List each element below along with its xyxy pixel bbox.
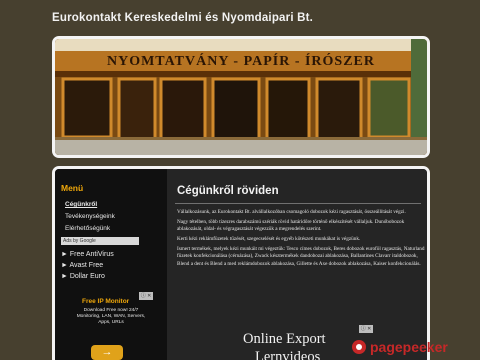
nav-item-tevekenysegeink[interactable]: Tevékenységeink: [65, 213, 115, 220]
title-divider: [175, 203, 421, 204]
header-banner-photo: NYOMTATVÁNY - PAPÍR - ÍRÓSZER: [52, 36, 430, 158]
paragraph-1: Vállalkozásunk, az Eurokontakt Bt. alvál…: [177, 209, 406, 215]
menu-title: Menü: [61, 183, 84, 193]
watermark-text: pagepeeker: [370, 339, 448, 355]
content-area: Cégünkről röviden Vállalkozásunk, az Eur…: [167, 169, 427, 360]
ip-monitor-ad-title[interactable]: Free IP Monitor: [82, 298, 129, 305]
paragraph-4: Ismert termékek, melyek kézi munkáit mi …: [177, 246, 425, 267]
ad-choices-icon[interactable]: ⓘ ✕: [139, 292, 153, 300]
page-title: Cégünkről röviden: [177, 185, 279, 197]
nav-item-cegunkrol[interactable]: Cégünkről: [65, 201, 97, 208]
ip-monitor-ad-text: Download Free now! 24/7 Monitoring, LAN,…: [76, 308, 146, 325]
paragraph-2: Nagy tételben, több tízezres darabszámú …: [177, 219, 405, 233]
ip-monitor-ad[interactable]: Free IP Monitor ⓘ ✕ Download Free now! 2…: [75, 292, 153, 338]
export-ad-line-2[interactable]: Lernvideos: [255, 349, 320, 360]
export-ad-line-1[interactable]: Online Export: [243, 331, 326, 348]
pagepeeker-watermark: pagepeeker: [350, 338, 476, 356]
content-text: Vállalkozásunk, az Eurokontakt Bt. alvál…: [177, 209, 427, 271]
ad-choices-icon[interactable]: ⓘ ✕: [359, 325, 373, 333]
arrow-right-button[interactable]: →: [91, 345, 123, 360]
ads-by-google-label: Ads by Google: [61, 237, 139, 245]
ad-link-avast-free[interactable]: ► Avast Free: [61, 262, 103, 269]
sidebar: Menü Cégünkről Tevékenységeink Elérhetős…: [55, 169, 167, 360]
site-title: Eurokontakt Kereskedelmi és Nyomdaipari …: [52, 12, 314, 24]
paragraph-3: Kerti kézi reklámfüzetek tűzését, szegec…: [177, 236, 361, 243]
ad-link-free-antivirus[interactable]: ► Free AntiVirus: [61, 251, 114, 258]
nav-item-elerhetosegunk[interactable]: Elérhetőségünk: [65, 225, 110, 232]
ad-link-dollar-euro[interactable]: ► Dollar Euro: [61, 273, 105, 280]
banner-sign-text: NYOMTATVÁNY - PAPÍR - ÍRÓSZER: [107, 52, 375, 69]
main-panel: Menü Cégünkről Tevékenységeink Elérhetős…: [52, 166, 430, 360]
